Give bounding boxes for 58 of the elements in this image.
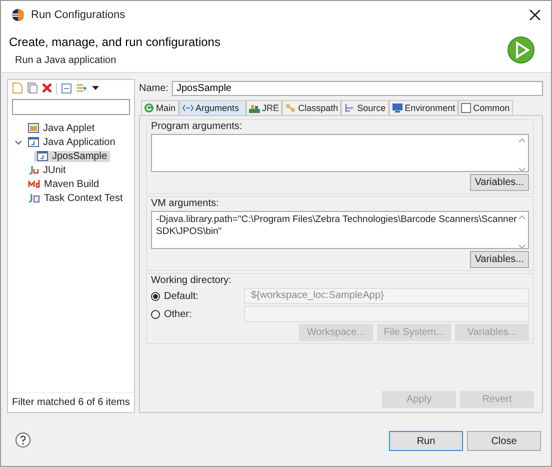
maven-icon: [28, 179, 40, 189]
variables-button[interactable]: Variables...: [470, 251, 529, 268]
monitor-icon: [392, 103, 403, 113]
application-icon: [37, 151, 48, 161]
filter-field[interactable]: [12, 99, 130, 115]
close-icon[interactable]: [529, 8, 541, 20]
group-label: VM arguments:: [151, 198, 220, 209]
tree-item[interactable]: JposSample: [34, 150, 110, 162]
name-field[interactable]: JposSample: [172, 80, 543, 96]
tab[interactable]: Classpath: [282, 100, 342, 115]
filter-status: Filter matched 6 of 6 items: [8, 392, 134, 412]
radio-button[interactable]: [151, 292, 160, 300]
main-tab-icon: [144, 103, 154, 113]
variables-button[interactable]: Variables...: [470, 174, 529, 191]
radio-button[interactable]: [151, 310, 160, 318]
tree-item[interactable]: Java Applet: [25, 122, 98, 134]
tab[interactable]: Source: [341, 100, 389, 115]
classpath-icon: [285, 103, 296, 113]
dialog-button[interactable]: Close: [467, 431, 541, 451]
run-icon: [507, 36, 535, 64]
window-icon: [461, 103, 472, 113]
scrollbar-icon: [518, 137, 526, 173]
help-icon[interactable]: [15, 432, 31, 448]
text-area[interactable]: -Djava.library.path="C:\Program Files\Zebra Technologies\Barcode Scanners\Scanner SDK\JPOS\bin": [151, 211, 529, 249]
expand-chevron-icon[interactable]: [15, 138, 22, 146]
name-label: Name:: [139, 82, 168, 94]
tree-item[interactable]: Maven Build: [25, 178, 102, 190]
vm-arguments-text: -Djava.library.path="C:\Program Files\Zebra Technologies\Barcode Scanners\Scanner SDK\JPOS\bin": [156, 214, 518, 239]
dropdown-caret-icon[interactable]: [92, 86, 99, 90]
junit-icon: [28, 165, 39, 175]
tab[interactable]: Environment: [388, 100, 458, 115]
applet-icon: [28, 123, 39, 133]
delete-icon[interactable]: [42, 83, 52, 93]
collapse-icon[interactable]: [61, 82, 72, 94]
dialog-button[interactable]: Run: [389, 431, 463, 451]
group-label: Working directory:: [151, 275, 232, 286]
application-icon: [28, 137, 39, 147]
tab[interactable]: JRE: [246, 100, 282, 115]
tree-item[interactable]: Task Context Test: [25, 192, 126, 204]
arguments-icon: [182, 104, 194, 112]
filter-icon[interactable]: [76, 82, 88, 94]
duplicate-icon[interactable]: [27, 82, 38, 94]
eclipse-icon: [11, 8, 25, 22]
task-icon: [28, 193, 40, 203]
tab[interactable]: Main: [141, 100, 179, 115]
group-label: Program arguments:: [151, 121, 244, 132]
header-title: Create, manage, and run configurations: [9, 34, 222, 48]
tree-item[interactable]: Java Application: [25, 136, 118, 148]
radio-label[interactable]: Other:: [164, 308, 240, 320]
header-subtitle: Run a Java application: [15, 54, 118, 66]
radio-label[interactable]: Default:: [164, 290, 240, 302]
window-title: Run Configurations: [31, 8, 126, 20]
source-icon: [344, 103, 356, 113]
scrollbar-icon: [518, 214, 526, 250]
tab[interactable]: Arguments: [178, 100, 246, 115]
tree-item[interactable]: JUnit: [25, 164, 69, 176]
library-icon: [249, 104, 260, 112]
tab[interactable]: Common: [458, 100, 513, 115]
